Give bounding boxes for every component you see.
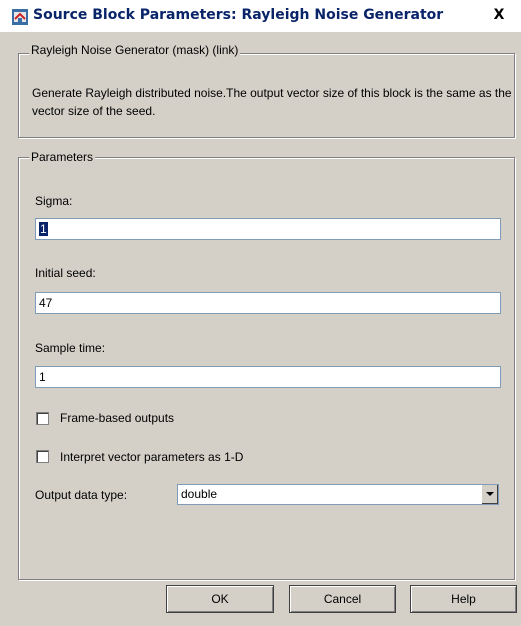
ok-button[interactable]: OK <box>166 585 274 613</box>
output-data-type-value: double <box>181 487 218 501</box>
sigma-label: Sigma: <box>35 194 73 208</box>
initial-seed-input[interactable]: 47 <box>35 292 501 314</box>
description-group-legend: Rayleigh Noise Generator (mask) (link) <box>29 43 241 57</box>
sigma-input[interactable]: 1 <box>35 218 501 240</box>
parameters-group-legend: Parameters <box>29 150 96 164</box>
initial-seed-label: Initial seed: <box>35 266 96 280</box>
dialog-window: Source Block Parameters: Rayleigh Noise … <box>0 0 521 626</box>
frame-based-outputs-checkbox[interactable] <box>36 412 49 425</box>
title-bar: Source Block Parameters: Rayleigh Noise … <box>0 0 521 32</box>
cancel-button[interactable]: Cancel <box>289 585 396 613</box>
initial-seed-value: 47 <box>39 296 53 310</box>
block-description: Generate Rayleigh distributed noise.The … <box>32 86 512 118</box>
interpret-1d-checkbox[interactable] <box>36 450 49 463</box>
simulink-block-icon <box>12 9 28 25</box>
sample-time-label: Sample time: <box>35 341 106 355</box>
help-button[interactable]: Help <box>410 585 517 613</box>
close-button[interactable]: X <box>490 7 508 23</box>
chevron-down-icon <box>486 492 494 496</box>
frame-based-outputs-label[interactable]: Frame-based outputs <box>60 411 174 425</box>
window-title: Source Block Parameters: Rayleigh Noise … <box>33 7 444 23</box>
output-data-type-select[interactable]: double <box>177 484 499 505</box>
interpret-1d-label[interactable]: Interpret vector parameters as 1-D <box>60 450 243 464</box>
sigma-value: 1 <box>39 222 48 236</box>
output-data-type-label: Output data type: <box>35 488 128 502</box>
sample-time-input[interactable]: 1 <box>35 366 501 388</box>
sample-time-value: 1 <box>39 370 46 384</box>
dropdown-arrow-button[interactable] <box>481 485 498 504</box>
